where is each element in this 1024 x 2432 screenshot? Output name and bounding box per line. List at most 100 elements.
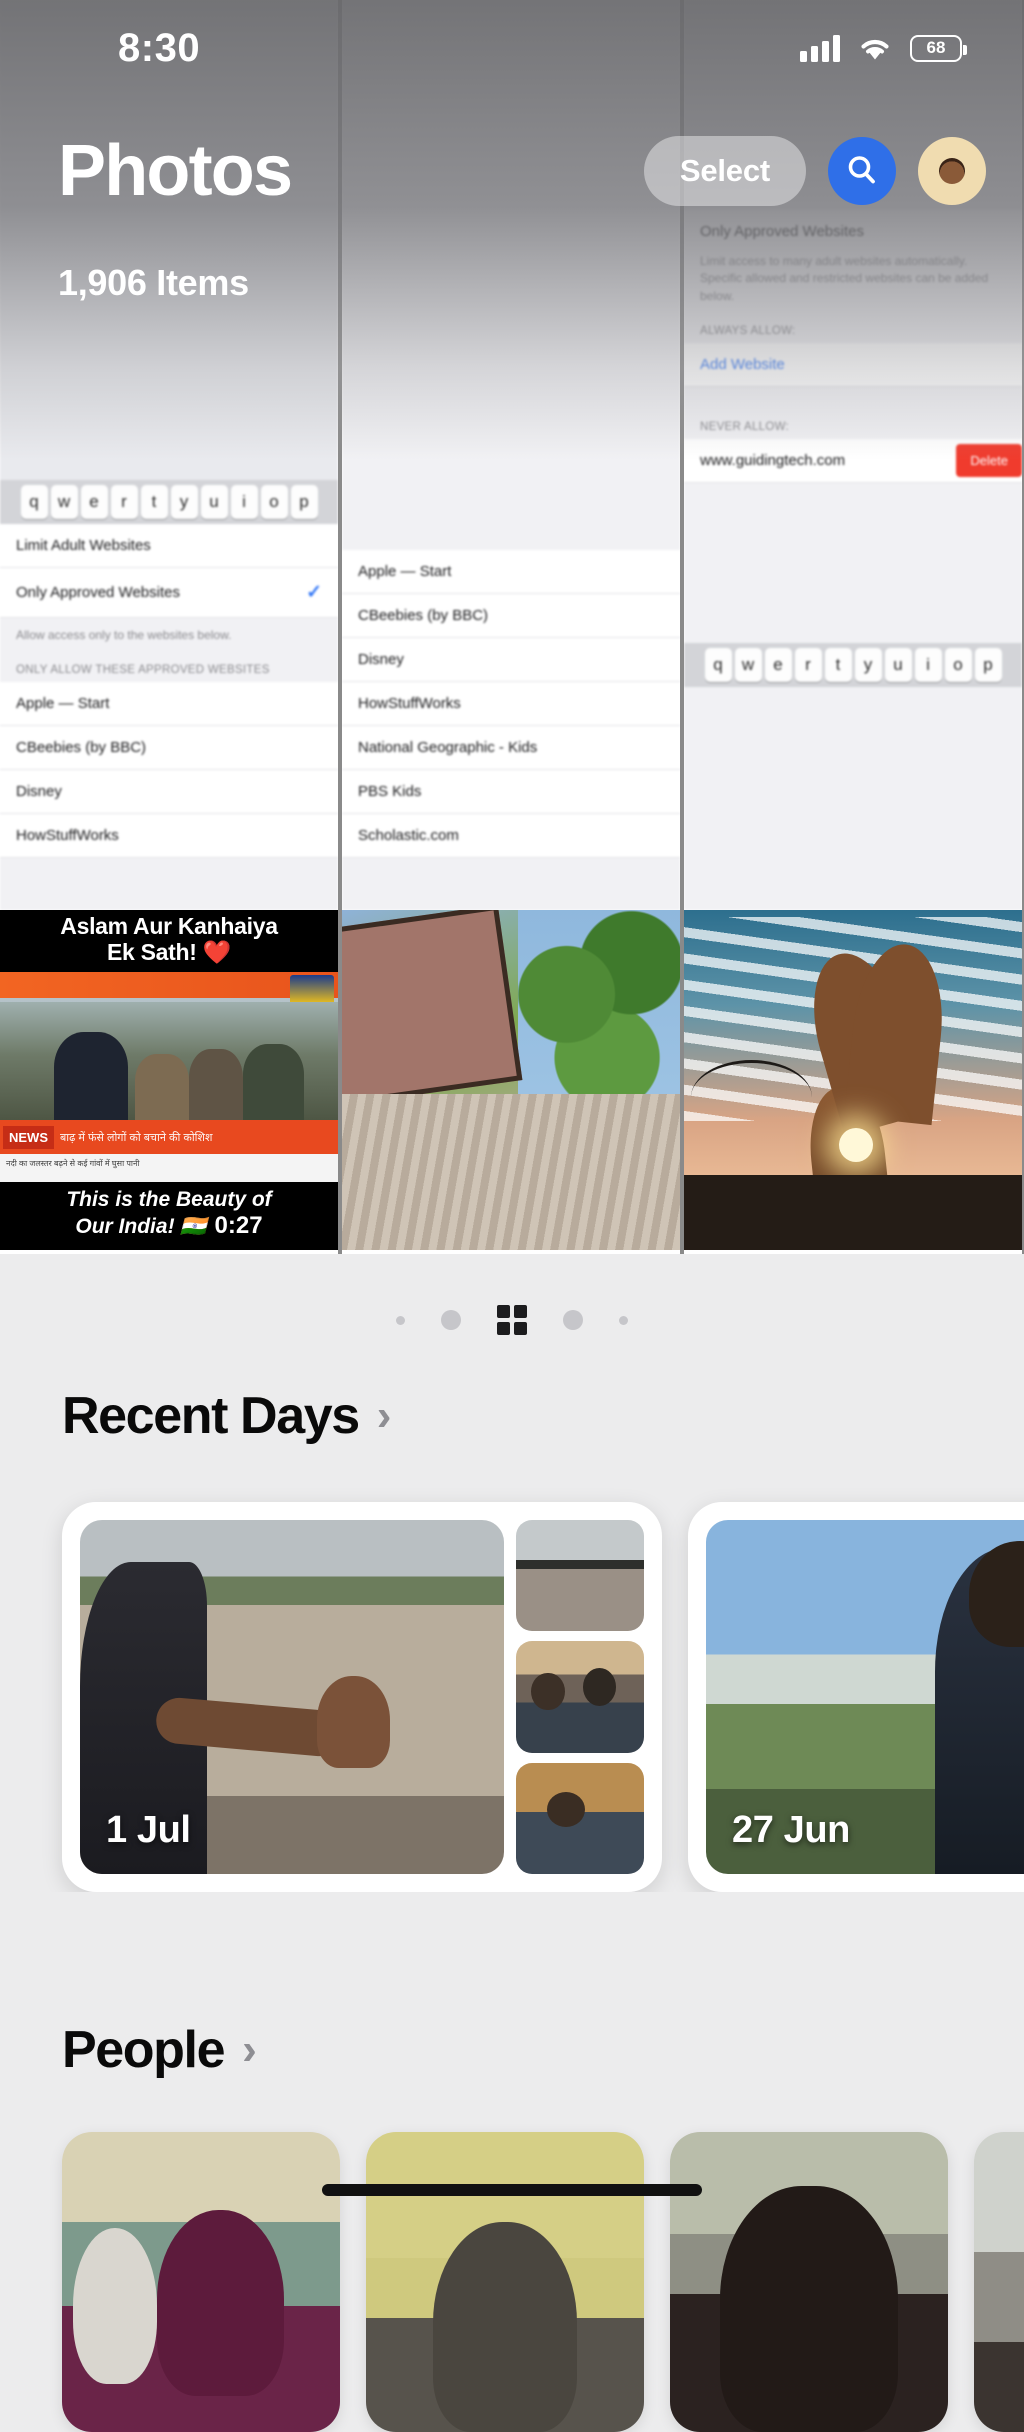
- key-u: u: [200, 485, 228, 519]
- add-website-label[interactable]: Add Website: [700, 356, 785, 373]
- site-label: CBeebies (by BBC): [16, 739, 147, 757]
- pager-dot-4[interactable]: [563, 1310, 583, 1330]
- blocked-site-label: www.guidingtech.com: [700, 452, 846, 470]
- home-indicator[interactable]: [322, 2184, 702, 2196]
- group-header: ONLY ALLOW THESE APPROVED WEBSITES: [0, 648, 338, 683]
- sun-flare: [839, 1127, 874, 1162]
- people-row[interactable]: [0, 2080, 1024, 2432]
- row-label: Limit Adult Websites: [16, 537, 151, 554]
- memory-date: 1 Jul: [106, 1809, 191, 1851]
- section-title-label: Only Approved Websites: [700, 223, 864, 240]
- avatar-icon: [939, 158, 965, 184]
- recent-days-section: Recent Days › 1 Jul 27 Jun: [0, 1386, 1024, 1892]
- checkmark-icon: ✓: [306, 582, 322, 603]
- section-title: Only Approved Websites: [684, 210, 1022, 244]
- site-label: HowStuffWorks: [16, 827, 119, 845]
- delete-button[interactable]: Delete: [956, 444, 1022, 478]
- news-ticker-label: NEWS: [3, 1125, 54, 1149]
- title-row: Photos Select: [0, 130, 1024, 212]
- key-t: t: [824, 648, 852, 683]
- header-actions: Select: [643, 136, 986, 206]
- news-top-bar: [0, 971, 338, 998]
- key-e: e: [80, 485, 108, 519]
- site-row: Apple — Start: [342, 550, 680, 594]
- site-row: Scholastic.com: [342, 814, 680, 858]
- key-o: o: [944, 648, 972, 683]
- people-title: People: [62, 2021, 226, 2079]
- key-r: r: [794, 648, 822, 683]
- sunset-hand-photo-thumbnail[interactable]: [684, 910, 1022, 1250]
- site-label: PBS Kids: [358, 783, 422, 800]
- key-y: y: [854, 648, 882, 683]
- site-row: HowStuffWorks: [0, 814, 338, 859]
- news-channel-logo: [290, 974, 334, 1005]
- row-label: Only Approved Websites: [16, 584, 180, 601]
- section-description: Limit access to many adult websites auto…: [684, 244, 1022, 310]
- always-allow-header: ALWAYS ALLOW:: [684, 309, 1022, 344]
- site-row: CBeebies (by BBC): [342, 594, 680, 638]
- key-w: w: [734, 648, 762, 683]
- add-website-row[interactable]: Add Website: [684, 343, 1022, 388]
- key-t: t: [140, 485, 168, 519]
- pager-dot-5[interactable]: [619, 1315, 628, 1325]
- person-card-4[interactable]: [974, 2132, 1024, 2432]
- key-i: i: [914, 648, 942, 683]
- key-u: u: [884, 648, 912, 683]
- memory-main-photo[interactable]: 1 Jul: [80, 1520, 504, 1874]
- site-label: Disney: [16, 783, 62, 801]
- news-caption-line2: Ek Sath! ❤️: [106, 938, 232, 965]
- person-card-3[interactable]: [670, 2132, 948, 2432]
- chevron-right-icon[interactable]: ›: [242, 2028, 257, 2072]
- palm: [317, 1675, 390, 1768]
- chevron-right-icon[interactable]: ›: [377, 1394, 392, 1438]
- page-title: Photos: [58, 131, 293, 211]
- memory-card-1-jul[interactable]: 1 Jul: [62, 1502, 662, 1892]
- select-button[interactable]: Select: [643, 136, 806, 206]
- status-time: 8:30: [118, 25, 201, 70]
- key-p: p: [974, 648, 1002, 683]
- key-r: r: [110, 485, 138, 519]
- person-card-2[interactable]: [366, 2132, 644, 2432]
- person-card-1[interactable]: [62, 2132, 340, 2432]
- memory-thumb-2[interactable]: [516, 1641, 644, 1753]
- key-e: e: [764, 648, 792, 683]
- recent-days-header[interactable]: Recent Days ›: [0, 1386, 1024, 1446]
- cellular-signal-icon: [800, 34, 840, 62]
- memory-card-27-jun[interactable]: 27 Jun: [688, 1502, 1024, 1892]
- news-ticker-sub: नदी का जलस्तर बढ़ने से कई गांवों में घुस…: [0, 1154, 338, 1183]
- site-row: Apple — Start: [0, 682, 338, 727]
- pager-dot-1[interactable]: [396, 1315, 405, 1325]
- trees: [517, 910, 680, 1121]
- news-ticker-text: बाढ़ में फंसे लोगों को बचाने की कोशिश: [60, 1131, 213, 1144]
- blocked-site-row[interactable]: www.guidingtech.com Delete: [684, 439, 1022, 484]
- memory-thumb-1[interactable]: [516, 1520, 644, 1632]
- news-caption-line1: Aslam Aur Kanhaiya: [60, 913, 278, 939]
- memory-thumb-3[interactable]: [516, 1762, 644, 1874]
- roof-photo-thumbnail[interactable]: [342, 910, 680, 1250]
- site-label: CBeebies (by BBC): [358, 607, 489, 624]
- battery-icon: 68: [910, 34, 967, 62]
- people-header[interactable]: People ›: [0, 2020, 1024, 2080]
- avatar-button[interactable]: [918, 137, 986, 205]
- memory-thumbnails: [516, 1520, 644, 1874]
- key-y: y: [170, 485, 198, 519]
- key-i: i: [230, 485, 258, 519]
- site-row: HowStuffWorks: [342, 682, 680, 726]
- key-q: q: [704, 648, 732, 683]
- status-icons: 68: [800, 34, 967, 62]
- site-row: National Geographic - Kids: [342, 726, 680, 770]
- battery-level: 68: [926, 38, 946, 57]
- news-bottom-line2: Our India! 🇮🇳: [75, 1215, 207, 1239]
- news-top-caption: Aslam Aur Kanhaiya Ek Sath! ❤️: [0, 910, 338, 972]
- news-video-thumbnail[interactable]: Aslam Aur Kanhaiya Ek Sath! ❤️ NEWS बाढ़…: [0, 910, 338, 1250]
- photo-grid-pager[interactable]: [0, 1254, 1024, 1386]
- recent-days-row[interactable]: 1 Jul 27 Jun: [0, 1446, 1024, 1892]
- memory-main-photo[interactable]: 27 Jun: [706, 1520, 1024, 1874]
- news-bottom-line1: This is the Beauty of: [66, 1188, 272, 1212]
- pager-dot-2[interactable]: [441, 1310, 461, 1330]
- site-label: Disney: [358, 651, 404, 668]
- search-button[interactable]: [828, 137, 896, 205]
- site-row: Disney: [342, 638, 680, 682]
- grid-view-icon[interactable]: [497, 1305, 527, 1335]
- never-allow-header: NEVER ALLOW:: [684, 405, 1022, 440]
